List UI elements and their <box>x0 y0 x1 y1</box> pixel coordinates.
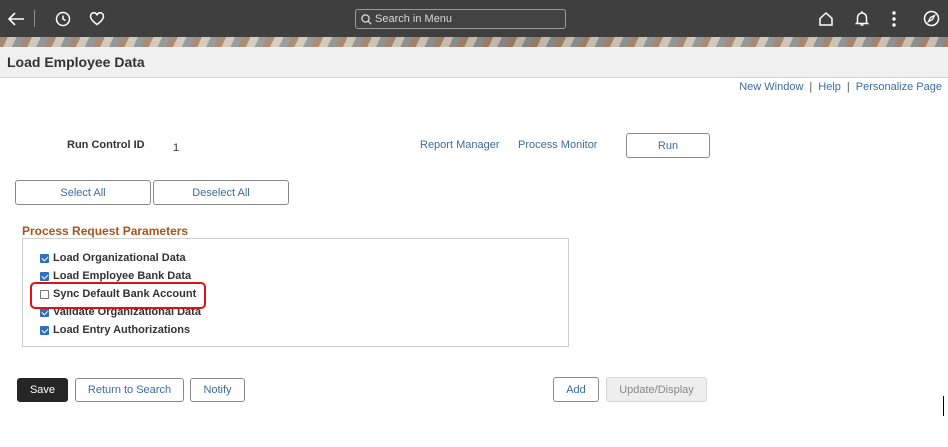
personalize-page-link[interactable]: Personalize Page <box>856 81 942 93</box>
page-links: New Window | Help | Personalize Page <box>739 81 942 93</box>
decorative-banner <box>0 37 948 47</box>
save-button[interactable]: Save <box>17 378 68 402</box>
checkbox-checked-icon <box>40 253 49 263</box>
select-all-button[interactable]: Select All <box>15 180 151 205</box>
run-button[interactable]: Run <box>626 133 710 158</box>
text-cursor <box>943 396 944 416</box>
checkbox-label: Load Entry Authorizations <box>53 324 191 336</box>
page-title: Load Employee Data <box>7 54 145 70</box>
report-manager-link[interactable]: Report Manager <box>420 139 500 151</box>
checkbox-checked-icon <box>40 325 49 335</box>
new-window-link[interactable]: New Window <box>739 81 803 93</box>
run-control-id-value: 1 <box>173 142 180 154</box>
search-icon <box>361 13 372 25</box>
checkbox-label: Load Employee Bank Data <box>53 270 192 282</box>
navbar-compass-icon[interactable] <box>921 0 941 37</box>
highlight-annotation-box <box>30 282 206 309</box>
page-title-bar: Load Employee Data <box>0 47 948 78</box>
notify-button[interactable]: Notify <box>190 378 245 402</box>
checkbox-checked-icon <box>40 271 49 281</box>
search-placeholder: Search in Menu <box>375 13 453 25</box>
process-request-parameters-title: Process Request Parameters <box>22 224 189 238</box>
load-organizational-data-checkbox[interactable]: Load Organizational Data <box>40 251 186 265</box>
checkbox-label: Load Organizational Data <box>53 252 186 264</box>
actions-kebab-icon[interactable] <box>887 0 901 37</box>
recent-clock-icon[interactable] <box>53 0 73 37</box>
process-monitor-link[interactable]: Process Monitor <box>518 139 597 151</box>
load-entry-authorizations-checkbox[interactable]: Load Entry Authorizations <box>40 323 190 337</box>
link-separator: | <box>846 81 850 93</box>
run-control-id-label: Run Control ID <box>67 139 145 151</box>
update-display-button: Update/Display <box>606 377 707 402</box>
back-arrow-icon[interactable] <box>5 0 27 37</box>
help-link[interactable]: Help <box>818 81 841 93</box>
home-icon[interactable] <box>816 0 836 37</box>
notifications-bell-icon[interactable] <box>852 0 872 37</box>
deselect-all-button[interactable]: Deselect All <box>153 180 289 205</box>
favorites-heart-icon[interactable] <box>87 0 107 37</box>
search-in-menu-input[interactable]: Search in Menu <box>355 9 566 29</box>
add-button[interactable]: Add <box>553 377 599 402</box>
link-separator: | <box>809 81 813 93</box>
top-navigation-bar: Search in Menu <box>0 0 948 37</box>
return-to-search-button[interactable]: Return to Search <box>75 378 184 402</box>
load-employee-bank-data-checkbox[interactable]: Load Employee Bank Data <box>40 269 191 283</box>
topbar-divider <box>34 10 35 27</box>
